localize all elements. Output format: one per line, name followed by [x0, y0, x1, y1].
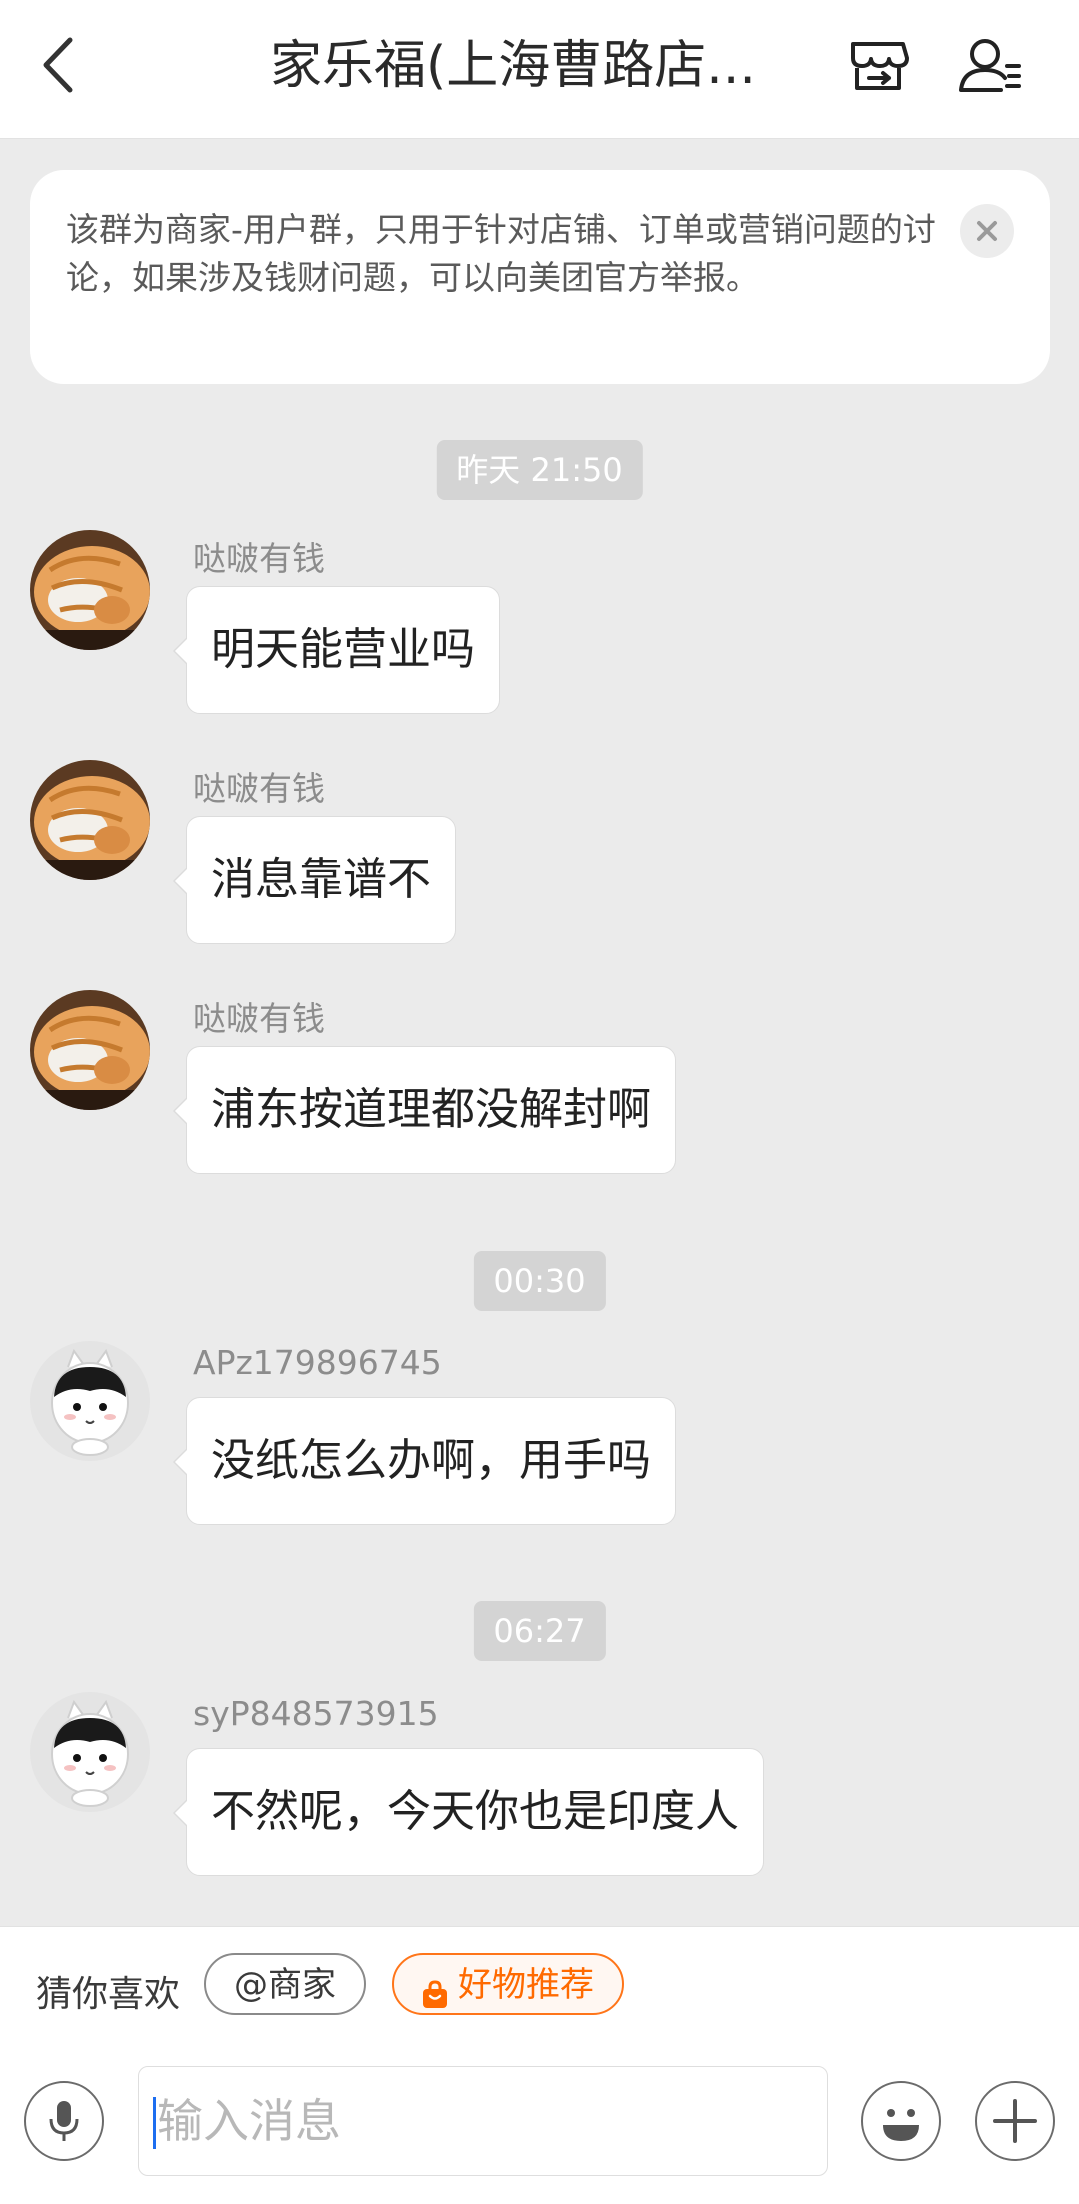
message-bubble[interactable]: 消息靠谱不 — [173, 816, 456, 944]
timestamp-label: 06:27 — [473, 1601, 606, 1661]
group-notice-text: 该群为商家-用户群，只用于针对店铺、订单或营销问题的讨论，如果涉及钱财问题，可以… — [66, 210, 936, 297]
group-members-icon[interactable] — [955, 30, 1025, 100]
message-bubble[interactable]: 明天能营业吗 — [173, 586, 500, 714]
microphone-icon — [49, 2101, 79, 2141]
voice-input-button[interactable] — [24, 2081, 104, 2161]
plus-icon — [993, 2099, 1037, 2143]
cat-avatar[interactable] — [30, 990, 150, 1110]
back-arrow-icon[interactable] — [32, 30, 92, 100]
emoji-button[interactable] — [861, 2081, 941, 2161]
cat-avatar[interactable] — [30, 530, 150, 650]
group-notice-card: 该群为商家-用户群，只用于针对店铺、订单或营销问题的讨论，如果涉及钱财问题，可以… — [30, 170, 1050, 384]
timestamp-label: 00:30 — [473, 1251, 606, 1311]
shopping-bag-icon — [420, 1969, 450, 2008]
mention-merchant-chip[interactable]: @商家 — [204, 1953, 366, 2015]
goods-recommend-label: 好物推荐 — [458, 1965, 594, 2005]
sender-name: APz179896745 — [193, 1343, 442, 1382]
sender-name: 哒啵有钱 — [193, 999, 325, 1038]
message-bubble[interactable]: 浦东按道理都没解封啊 — [173, 1046, 676, 1174]
cat-avatar[interactable] — [30, 760, 150, 880]
timestamp-label: 昨天 21:50 — [436, 440, 643, 500]
default-avatar[interactable] — [30, 1341, 150, 1461]
text-caret — [153, 2097, 156, 2149]
more-actions-button[interactable] — [975, 2081, 1055, 2161]
message-bubble[interactable]: 没纸怎么办啊，用手吗 — [173, 1397, 676, 1525]
message-input-placeholder: 输入消息 — [157, 2094, 341, 2148]
sender-name: 哒啵有钱 — [193, 539, 325, 578]
close-icon[interactable] — [960, 204, 1014, 258]
store-exit-icon[interactable] — [843, 30, 913, 100]
message-input[interactable]: 输入消息 — [138, 2066, 828, 2176]
goods-recommend-chip[interactable]: 好物推荐 — [392, 1953, 624, 2015]
message-bubble[interactable]: 不然呢，今天你也是印度人 — [173, 1748, 764, 1876]
sender-name: syP848573915 — [193, 1694, 439, 1733]
chat-title: 家乐福(上海曹路店... — [270, 36, 756, 96]
emoji-icon — [883, 2109, 919, 2141]
sender-name: 哒啵有钱 — [193, 769, 325, 808]
header-bar: 家乐福(上海曹路店... — [0, 0, 1079, 139]
default-avatar[interactable] — [30, 1692, 150, 1812]
suggestions-label: 猜你喜欢 — [36, 1974, 181, 2015]
